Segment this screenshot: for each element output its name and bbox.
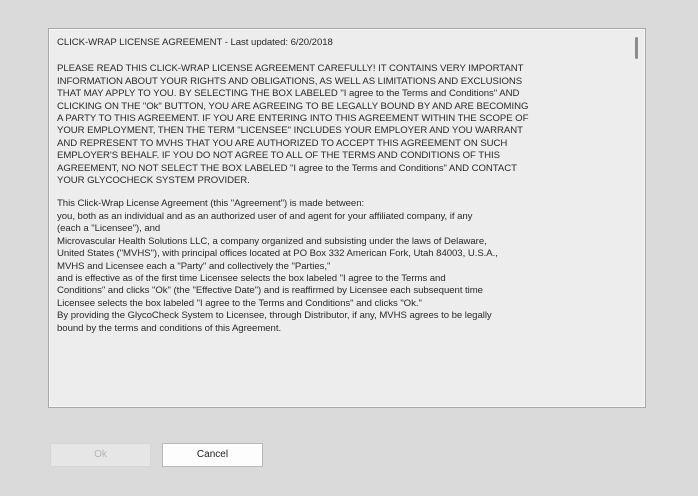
vertical-scrollbar[interactable]: [629, 31, 643, 405]
license-agreement-text: CLICK-WRAP LICENSE AGREEMENT - Last upda…: [57, 37, 625, 401]
license-paragraph-parties: This Click-Wrap License Agreement (this …: [57, 198, 498, 334]
license-agreement-textbox[interactable]: CLICK-WRAP LICENSE AGREEMENT - Last upda…: [48, 28, 646, 408]
cancel-button[interactable]: Cancel: [162, 443, 263, 467]
scrollbar-thumb[interactable]: [635, 37, 638, 59]
license-paragraph-notice: PLEASE READ THIS CLICK-WRAP LICENSE AGRE…: [57, 63, 529, 187]
license-dialog: CLICK-WRAP LICENSE AGREEMENT - Last upda…: [0, 0, 698, 496]
license-title: CLICK-WRAP LICENSE AGREEMENT - Last upda…: [57, 37, 333, 48]
ok-button[interactable]: Ok: [50, 443, 151, 467]
